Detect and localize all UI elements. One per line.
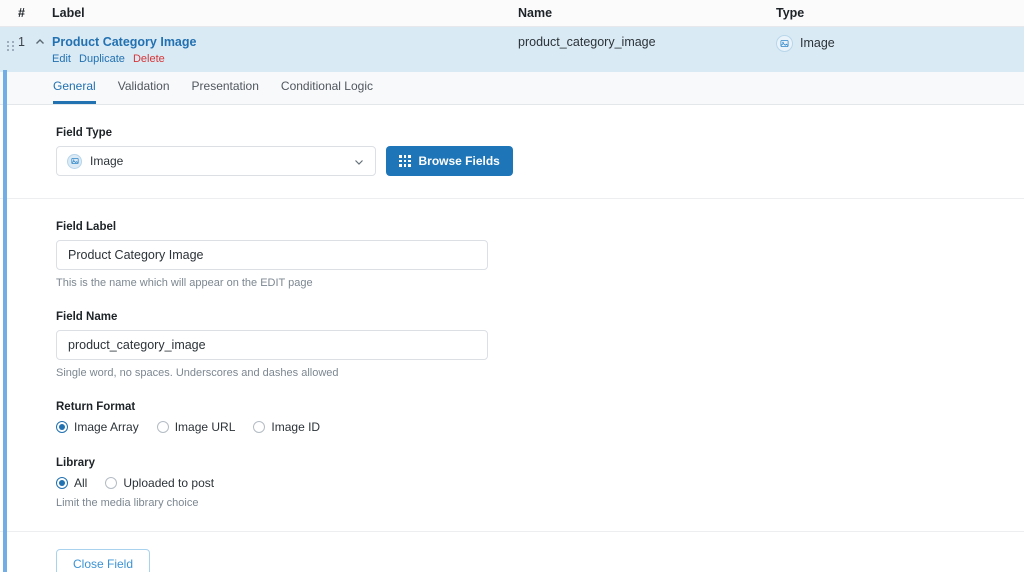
field-label-input[interactable] bbox=[56, 240, 488, 270]
chevron-down-icon bbox=[353, 156, 365, 168]
return-format-section: Return Format Image Array Image URL Imag… bbox=[0, 379, 1024, 434]
radio-dot-icon bbox=[253, 421, 266, 433]
field-settings-tabs: General Validation Presentation Conditio… bbox=[0, 72, 1024, 105]
library-section: Library All Uploaded to post Limit the m… bbox=[0, 457, 1024, 532]
row-field-type-label: Image bbox=[800, 36, 835, 50]
chevron-up-icon[interactable] bbox=[34, 36, 46, 48]
table-row[interactable]: 1 Product Category Image Edit Duplicate … bbox=[0, 27, 1024, 72]
radio-library-uploaded-to-post[interactable]: Uploaded to post bbox=[105, 476, 214, 490]
field-name-section: Field Name Single word, no spaces. Under… bbox=[0, 289, 1024, 379]
field-title-link[interactable]: Product Category Image bbox=[52, 35, 518, 50]
library-radio-group: All Uploaded to post bbox=[56, 476, 1024, 490]
edit-link[interactable]: Edit bbox=[52, 53, 71, 65]
field-label-label: Field Label bbox=[56, 221, 117, 233]
field-name-input[interactable] bbox=[56, 330, 488, 360]
drag-handle-icon[interactable] bbox=[7, 41, 15, 51]
field-label-section: Field Label This is the name which will … bbox=[0, 199, 1024, 289]
radio-image-id[interactable]: Image ID bbox=[253, 420, 320, 434]
tab-general[interactable]: General bbox=[53, 80, 96, 104]
radio-library-all-label: All bbox=[74, 476, 88, 490]
radio-dot-icon bbox=[56, 421, 68, 433]
radio-dot-icon bbox=[156, 421, 169, 433]
field-label-hint: This is the name which will appear on th… bbox=[56, 277, 313, 289]
image-icon bbox=[67, 153, 82, 169]
tab-validation[interactable]: Validation bbox=[118, 80, 170, 104]
field-type-value: Image bbox=[90, 154, 124, 168]
radio-image-array[interactable]: Image Array bbox=[56, 420, 139, 434]
column-header-label: Label bbox=[52, 6, 85, 20]
active-field-accent-bar bbox=[3, 70, 7, 572]
column-header-number: # bbox=[18, 6, 25, 20]
image-icon bbox=[776, 35, 793, 52]
radio-library-all[interactable]: All bbox=[56, 476, 87, 490]
field-footer: Close Field bbox=[0, 532, 1024, 572]
delete-link[interactable]: Delete bbox=[133, 53, 165, 65]
library-hint: Limit the media library choice bbox=[56, 497, 199, 509]
fields-table-header: # Label Name Type bbox=[0, 0, 1024, 27]
field-name-label: Field Name bbox=[56, 311, 118, 323]
row-field-name: product_category_image bbox=[518, 35, 656, 49]
tab-presentation[interactable]: Presentation bbox=[192, 80, 259, 104]
return-format-label: Return Format bbox=[56, 401, 136, 413]
radio-image-url-label: Image URL bbox=[174, 420, 236, 434]
field-type-label: Field Type bbox=[56, 127, 113, 139]
radio-image-id-label: Image ID bbox=[271, 420, 321, 434]
browse-fields-label: Browse Fields bbox=[418, 154, 500, 168]
close-field-button[interactable]: Close Field bbox=[56, 549, 151, 572]
library-label: Library bbox=[56, 457, 95, 469]
radio-dot-icon bbox=[105, 477, 118, 489]
radio-image-array-label: Image Array bbox=[74, 420, 139, 434]
column-header-name: Name bbox=[518, 6, 553, 20]
browse-fields-button[interactable]: Browse Fields bbox=[386, 146, 513, 176]
return-format-radio-group: Image Array Image URL Image ID bbox=[56, 420, 1024, 434]
field-type-select[interactable]: Image bbox=[56, 146, 376, 176]
acf-field-editor: # Label Name Type 1 Product Category Ima… bbox=[0, 0, 1024, 572]
field-type-section: Field Type Image Browse Fields bbox=[0, 105, 1024, 199]
radio-dot-icon bbox=[56, 477, 68, 489]
row-action-links: Edit Duplicate Delete bbox=[52, 52, 518, 66]
row-field-type: Image bbox=[776, 35, 1024, 52]
radio-library-uploaded-label: Uploaded to post bbox=[123, 476, 215, 490]
radio-image-url[interactable]: Image URL bbox=[156, 420, 236, 434]
field-name-hint: Single word, no spaces. Underscores and … bbox=[56, 367, 339, 379]
duplicate-link[interactable]: Duplicate bbox=[79, 53, 125, 65]
tab-conditional-logic[interactable]: Conditional Logic bbox=[281, 80, 373, 104]
grid-icon bbox=[399, 155, 411, 167]
column-header-type: Type bbox=[776, 6, 805, 20]
